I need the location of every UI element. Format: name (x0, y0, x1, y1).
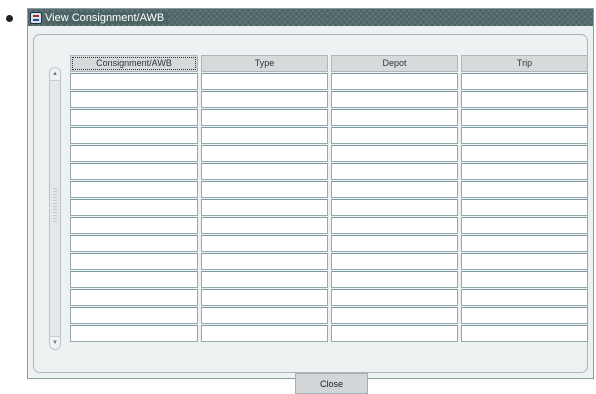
cell-type[interactable] (201, 181, 328, 198)
table-row (70, 163, 588, 180)
table-body (70, 73, 588, 342)
vertical-scrollbar[interactable]: ▲ ▼ (49, 67, 61, 350)
cell-consignment-awb[interactable] (70, 253, 198, 270)
cell-type[interactable] (201, 73, 328, 90)
cell-depot[interactable] (331, 235, 458, 252)
table-row (70, 145, 588, 162)
cell-type[interactable] (201, 253, 328, 270)
column-header-type[interactable]: Type (201, 55, 328, 72)
cell-type[interactable] (201, 289, 328, 306)
cell-trip[interactable] (461, 217, 588, 234)
cell-consignment-awb[interactable] (70, 109, 198, 126)
consignment-table: Consignment/AWB Type Depot Trip (70, 55, 588, 342)
table-row (70, 307, 588, 324)
cell-consignment-awb[interactable] (70, 217, 198, 234)
window-title: View Consignment/AWB (45, 11, 169, 24)
cell-type[interactable] (201, 271, 328, 288)
cell-depot[interactable] (331, 181, 458, 198)
cell-consignment-awb[interactable] (70, 91, 198, 108)
scroll-down-icon[interactable]: ▼ (50, 336, 60, 349)
table-row (70, 253, 588, 270)
cell-consignment-awb[interactable] (70, 271, 198, 288)
cell-type[interactable] (201, 163, 328, 180)
cell-trip[interactable] (461, 199, 588, 216)
cell-trip[interactable] (461, 325, 588, 342)
cell-depot[interactable] (331, 109, 458, 126)
cell-depot[interactable] (331, 73, 458, 90)
cell-type[interactable] (201, 199, 328, 216)
app-icon (30, 11, 42, 24)
table-row (70, 217, 588, 234)
cell-trip[interactable] (461, 181, 588, 198)
cell-type[interactable] (201, 145, 328, 162)
cell-consignment-awb[interactable] (70, 181, 198, 198)
cell-consignment-awb[interactable] (70, 73, 198, 90)
cell-trip[interactable] (461, 163, 588, 180)
column-header-consignment-awb[interactable]: Consignment/AWB (70, 55, 198, 72)
column-header-trip[interactable]: Trip (461, 55, 588, 72)
table-row (70, 289, 588, 306)
table-header: Consignment/AWB Type Depot Trip (70, 55, 588, 72)
cell-depot[interactable] (331, 217, 458, 234)
cell-trip[interactable] (461, 271, 588, 288)
cell-trip[interactable] (461, 127, 588, 144)
table-row (70, 91, 588, 108)
cell-depot[interactable] (331, 163, 458, 180)
cell-consignment-awb[interactable] (70, 307, 198, 324)
cell-depot[interactable] (331, 145, 458, 162)
cell-depot[interactable] (331, 127, 458, 144)
cell-type[interactable] (201, 307, 328, 324)
cell-consignment-awb[interactable] (70, 199, 198, 216)
cell-type[interactable] (201, 127, 328, 144)
cell-trip[interactable] (461, 307, 588, 324)
cell-trip[interactable] (461, 253, 588, 270)
cell-depot[interactable] (331, 199, 458, 216)
close-button[interactable]: Close (295, 373, 368, 394)
cell-depot[interactable] (331, 325, 458, 342)
cell-consignment-awb[interactable] (70, 235, 198, 252)
cell-consignment-awb[interactable] (70, 127, 198, 144)
scroll-up-icon[interactable]: ▲ (50, 68, 60, 81)
cell-type[interactable] (201, 325, 328, 342)
table-row (70, 73, 588, 90)
table-row (70, 199, 588, 216)
table-row (70, 181, 588, 198)
cell-depot[interactable] (331, 253, 458, 270)
content-panel: ▲ ▼ Consignment/AWB Type Depot Trip Clos… (33, 34, 588, 394)
list-bullet (6, 15, 13, 22)
cell-depot[interactable] (331, 289, 458, 306)
cell-trip[interactable] (461, 73, 588, 90)
window-titlebar[interactable]: View Consignment/AWB (28, 9, 593, 26)
cell-trip[interactable] (461, 235, 588, 252)
cell-depot[interactable] (331, 307, 458, 324)
cell-consignment-awb[interactable] (70, 145, 198, 162)
table-row (70, 127, 588, 144)
cell-consignment-awb[interactable] (70, 163, 198, 180)
column-header-depot[interactable]: Depot (331, 55, 458, 72)
cell-trip[interactable] (461, 145, 588, 162)
table-row (70, 235, 588, 252)
cell-consignment-awb[interactable] (70, 325, 198, 342)
cell-type[interactable] (201, 109, 328, 126)
cell-trip[interactable] (461, 109, 588, 126)
table-row (70, 271, 588, 288)
cell-depot[interactable] (331, 91, 458, 108)
cell-type[interactable] (201, 235, 328, 252)
cell-depot[interactable] (331, 271, 458, 288)
table-row (70, 109, 588, 126)
cell-trip[interactable] (461, 91, 588, 108)
scroll-grip-icon[interactable] (53, 188, 57, 224)
view-consignment-window: View Consignment/AWB ▲ ▼ Consignment/AWB… (27, 8, 594, 394)
cell-trip[interactable] (461, 289, 588, 306)
cell-consignment-awb[interactable] (70, 289, 198, 306)
cell-type[interactable] (201, 91, 328, 108)
cell-type[interactable] (201, 217, 328, 234)
table-row (70, 325, 588, 342)
